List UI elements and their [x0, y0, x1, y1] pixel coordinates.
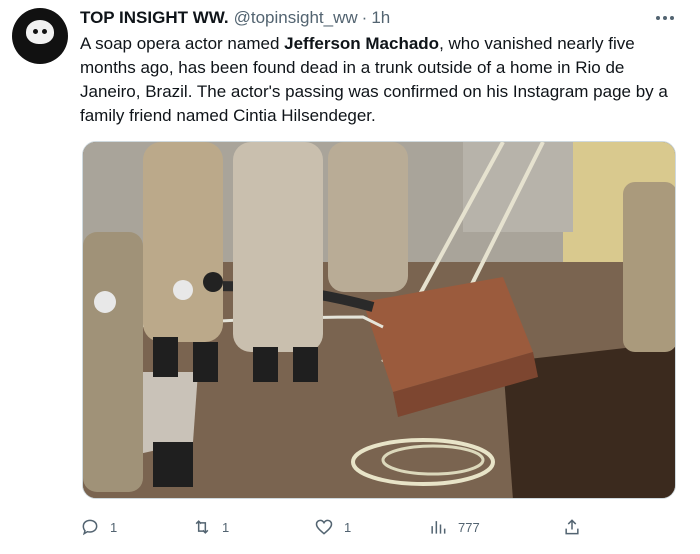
tweet-header: TOP INSIGHT WW. @topinsight_ww · 1h — [80, 8, 660, 32]
user-handle[interactable]: @topinsight_ww — [234, 8, 358, 28]
tweet-actions: 1 1 1 777 — [80, 512, 600, 542]
retweet-icon — [195, 520, 209, 534]
tweet-text: A soap opera actor named Jefferson Macha… — [80, 34, 668, 125]
display-name[interactable]: TOP INSIGHT WW. — [80, 8, 229, 28]
views-count: 777 — [458, 519, 480, 535]
reply-button[interactable]: 1 — [80, 512, 117, 542]
views-button[interactable]: 777 — [428, 512, 480, 542]
timestamp[interactable]: 1h — [371, 8, 390, 28]
share-icon — [565, 519, 579, 535]
more-icon[interactable] — [656, 10, 678, 26]
tweet[interactable]: TOP INSIGHT WW. @topinsight_ww · 1h A so… — [0, 0, 700, 554]
actor-name: Jefferson Machado — [284, 34, 440, 53]
reply-icon — [82, 519, 98, 536]
avatar[interactable] — [12, 8, 68, 64]
separator: · — [361, 8, 368, 27]
reply-count: 1 — [110, 519, 118, 535]
views-icon — [431, 521, 446, 534]
like-count: 1 — [344, 519, 352, 535]
like-button[interactable]: 1 — [314, 512, 351, 542]
retweet-count: 1 — [222, 519, 230, 535]
tweet-photo[interactable] — [82, 141, 676, 499]
retweet-button[interactable]: 1 — [192, 512, 229, 542]
like-icon — [315, 519, 333, 535]
share-button[interactable] — [562, 512, 582, 542]
avatar-logo-icon — [26, 20, 54, 44]
